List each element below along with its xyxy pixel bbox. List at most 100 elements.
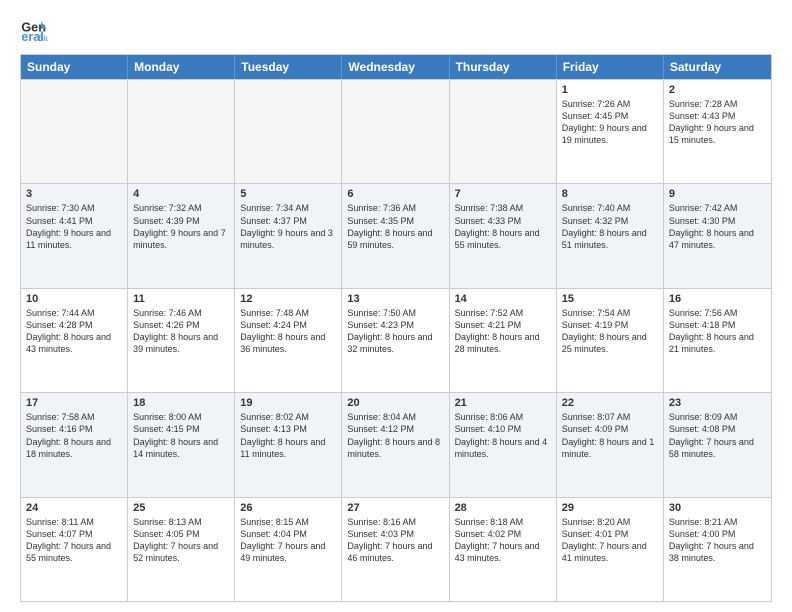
calendar-row-1: 3 Sunrise: 7:30 AM Sunset: 4:41 PM Daylig…: [21, 183, 771, 287]
day-number: 6: [347, 188, 443, 200]
day-number: 2: [669, 84, 766, 96]
calendar-body: 1 Sunrise: 7:26 AM Sunset: 4:45 PM Daylig…: [21, 79, 771, 601]
day-cell-19: 19 Sunrise: 8:02 AM Sunset: 4:13 PM Dayli…: [235, 393, 342, 496]
header-day-monday: Monday: [128, 55, 235, 79]
day-number: 16: [669, 293, 766, 305]
day-info: Sunrise: 8:00 AM Sunset: 4:15 PM Dayligh…: [133, 411, 229, 460]
day-number: 5: [240, 188, 336, 200]
day-number: 3: [26, 188, 122, 200]
day-info: Sunrise: 8:13 AM Sunset: 4:05 PM Dayligh…: [133, 516, 229, 565]
day-number: 29: [562, 502, 658, 514]
day-info: Sunrise: 7:26 AM Sunset: 4:45 PM Dayligh…: [562, 98, 658, 147]
day-info: Sunrise: 7:50 AM Sunset: 4:23 PM Dayligh…: [347, 307, 443, 356]
day-cell-15: 15 Sunrise: 7:54 AM Sunset: 4:19 PM Dayli…: [557, 289, 664, 392]
day-cell-24: 24 Sunrise: 8:11 AM Sunset: 4:07 PM Dayli…: [21, 498, 128, 601]
day-info: Sunrise: 8:04 AM Sunset: 4:12 PM Dayligh…: [347, 411, 443, 460]
empty-cell-0-4: [450, 80, 557, 183]
day-number: 28: [455, 502, 551, 514]
svg-text:Blue: Blue: [38, 33, 48, 43]
day-number: 24: [26, 502, 122, 514]
logo: Gen eral Blue: [20, 16, 52, 44]
day-number: 12: [240, 293, 336, 305]
day-info: Sunrise: 7:52 AM Sunset: 4:21 PM Dayligh…: [455, 307, 551, 356]
day-cell-26: 26Sunrise: 8:15 AM Sunset: 4:04 PM Dayli…: [235, 498, 342, 601]
day-info: Sunrise: 7:40 AM Sunset: 4:32 PM Dayligh…: [562, 202, 658, 251]
day-cell-16: 16 Sunrise: 7:56 AM Sunset: 4:18 PM Dayli…: [664, 289, 771, 392]
header-day-tuesday: Tuesday: [235, 55, 342, 79]
day-info: Sunrise: 7:32 AM Sunset: 4:39 PM Dayligh…: [133, 202, 229, 251]
day-info: Sunrise: 7:34 AM Sunset: 4:37 PM Dayligh…: [240, 202, 336, 251]
day-info: Sunrise: 8:20 AM Sunset: 4:01 PM Dayligh…: [562, 516, 658, 565]
day-number: 18: [133, 397, 229, 409]
day-info: Sunrise: 7:36 AM Sunset: 4:35 PM Dayligh…: [347, 202, 443, 251]
day-cell-29: 29 Sunrise: 8:20 AM Sunset: 4:01 PM Dayli…: [557, 498, 664, 601]
day-info: Sunrise: 8:16 AM Sunset: 4:03 PM Dayligh…: [347, 516, 443, 565]
day-number: 30: [669, 502, 766, 514]
day-info: Sunrise: 8:18 AM Sunset: 4:02 PM Dayligh…: [455, 516, 551, 565]
empty-cell-0-3: [342, 80, 449, 183]
day-cell-22: 22Sunrise: 8:07 AM Sunset: 4:09 PM Dayli…: [557, 393, 664, 496]
day-number: 22: [562, 397, 658, 409]
day-info: Sunrise: 7:56 AM Sunset: 4:18 PM Dayligh…: [669, 307, 766, 356]
day-cell-10: 10 Sunrise: 7:44 AM Sunset: 4:28 PM Dayli…: [21, 289, 128, 392]
day-info: Sunrise: 7:44 AM Sunset: 4:28 PM Dayligh…: [26, 307, 122, 356]
day-info: Sunrise: 8:06 AM Sunset: 4:10 PM Dayligh…: [455, 411, 551, 460]
day-info: Sunrise: 7:46 AM Sunset: 4:26 PM Dayligh…: [133, 307, 229, 356]
day-cell-11: 11 Sunrise: 7:46 AM Sunset: 4:26 PM Dayli…: [128, 289, 235, 392]
day-number: 9: [669, 188, 766, 200]
day-cell-6: 6 Sunrise: 7:36 AM Sunset: 4:35 PM Daylig…: [342, 184, 449, 287]
day-number: 4: [133, 188, 229, 200]
day-number: 26: [240, 502, 336, 514]
calendar-row-2: 10 Sunrise: 7:44 AM Sunset: 4:28 PM Dayli…: [21, 288, 771, 392]
day-number: 11: [133, 293, 229, 305]
logo-icon: Gen eral Blue: [20, 16, 48, 44]
header-day-saturday: Saturday: [664, 55, 771, 79]
calendar: SundayMondayTuesdayWednesdayThursdayFrid…: [20, 54, 772, 602]
day-number: 27: [347, 502, 443, 514]
day-number: 17: [26, 397, 122, 409]
header-day-friday: Friday: [557, 55, 664, 79]
day-cell-4: 4 Sunrise: 7:32 AM Sunset: 4:39 PM Daylig…: [128, 184, 235, 287]
day-info: Sunrise: 7:38 AM Sunset: 4:33 PM Dayligh…: [455, 202, 551, 251]
day-cell-3: 3 Sunrise: 7:30 AM Sunset: 4:41 PM Daylig…: [21, 184, 128, 287]
day-number: 15: [562, 293, 658, 305]
empty-cell-0-2: [235, 80, 342, 183]
day-number: 20: [347, 397, 443, 409]
day-number: 25: [133, 502, 229, 514]
day-number: 10: [26, 293, 122, 305]
day-number: 14: [455, 293, 551, 305]
day-cell-20: 20 Sunrise: 8:04 AM Sunset: 4:12 PM Dayli…: [342, 393, 449, 496]
day-info: Sunrise: 8:02 AM Sunset: 4:13 PM Dayligh…: [240, 411, 336, 460]
header-day-wednesday: Wednesday: [342, 55, 449, 79]
day-cell-23: 23Sunrise: 8:09 AM Sunset: 4:08 PM Dayli…: [664, 393, 771, 496]
day-number: 7: [455, 188, 551, 200]
day-cell-5: 5 Sunrise: 7:34 AM Sunset: 4:37 PM Daylig…: [235, 184, 342, 287]
day-cell-25: 25 Sunrise: 8:13 AM Sunset: 4:05 PM Dayli…: [128, 498, 235, 601]
day-cell-14: 14 Sunrise: 7:52 AM Sunset: 4:21 PM Dayli…: [450, 289, 557, 392]
calendar-header: SundayMondayTuesdayWednesdayThursdayFrid…: [21, 55, 771, 79]
day-cell-27: 27 Sunrise: 8:16 AM Sunset: 4:03 PM Dayli…: [342, 498, 449, 601]
day-info: Sunrise: 7:30 AM Sunset: 4:41 PM Dayligh…: [26, 202, 122, 251]
day-info: Sunrise: 8:11 AM Sunset: 4:07 PM Dayligh…: [26, 516, 122, 565]
day-number: 13: [347, 293, 443, 305]
day-number: 1: [562, 84, 658, 96]
day-cell-8: 8 Sunrise: 7:40 AM Sunset: 4:32 PM Daylig…: [557, 184, 664, 287]
day-cell-1: 1 Sunrise: 7:26 AM Sunset: 4:45 PM Daylig…: [557, 80, 664, 183]
day-cell-12: 12Sunrise: 7:48 AM Sunset: 4:24 PM Dayli…: [235, 289, 342, 392]
day-info: Sunrise: 7:28 AM Sunset: 4:43 PM Dayligh…: [669, 98, 766, 147]
calendar-row-0: 1 Sunrise: 7:26 AM Sunset: 4:45 PM Daylig…: [21, 79, 771, 183]
day-cell-18: 18 Sunrise: 8:00 AM Sunset: 4:15 PM Dayli…: [128, 393, 235, 496]
empty-cell-0-1: [128, 80, 235, 183]
header-day-sunday: Sunday: [21, 55, 128, 79]
day-cell-28: 28 Sunrise: 8:18 AM Sunset: 4:02 PM Dayli…: [450, 498, 557, 601]
day-cell-21: 21Sunrise: 8:06 AM Sunset: 4:10 PM Dayli…: [450, 393, 557, 496]
day-cell-30: 30 Sunrise: 8:21 AM Sunset: 4:00 PM Dayli…: [664, 498, 771, 601]
page-header: Gen eral Blue: [20, 16, 772, 44]
day-info: Sunrise: 7:42 AM Sunset: 4:30 PM Dayligh…: [669, 202, 766, 251]
day-info: Sunrise: 7:54 AM Sunset: 4:19 PM Dayligh…: [562, 307, 658, 356]
day-number: 19: [240, 397, 336, 409]
day-info: Sunrise: 7:58 AM Sunset: 4:16 PM Dayligh…: [26, 411, 122, 460]
day-info: Sunrise: 8:21 AM Sunset: 4:00 PM Dayligh…: [669, 516, 766, 565]
day-cell-9: 9 Sunrise: 7:42 AM Sunset: 4:30 PM Daylig…: [664, 184, 771, 287]
day-number: 8: [562, 188, 658, 200]
